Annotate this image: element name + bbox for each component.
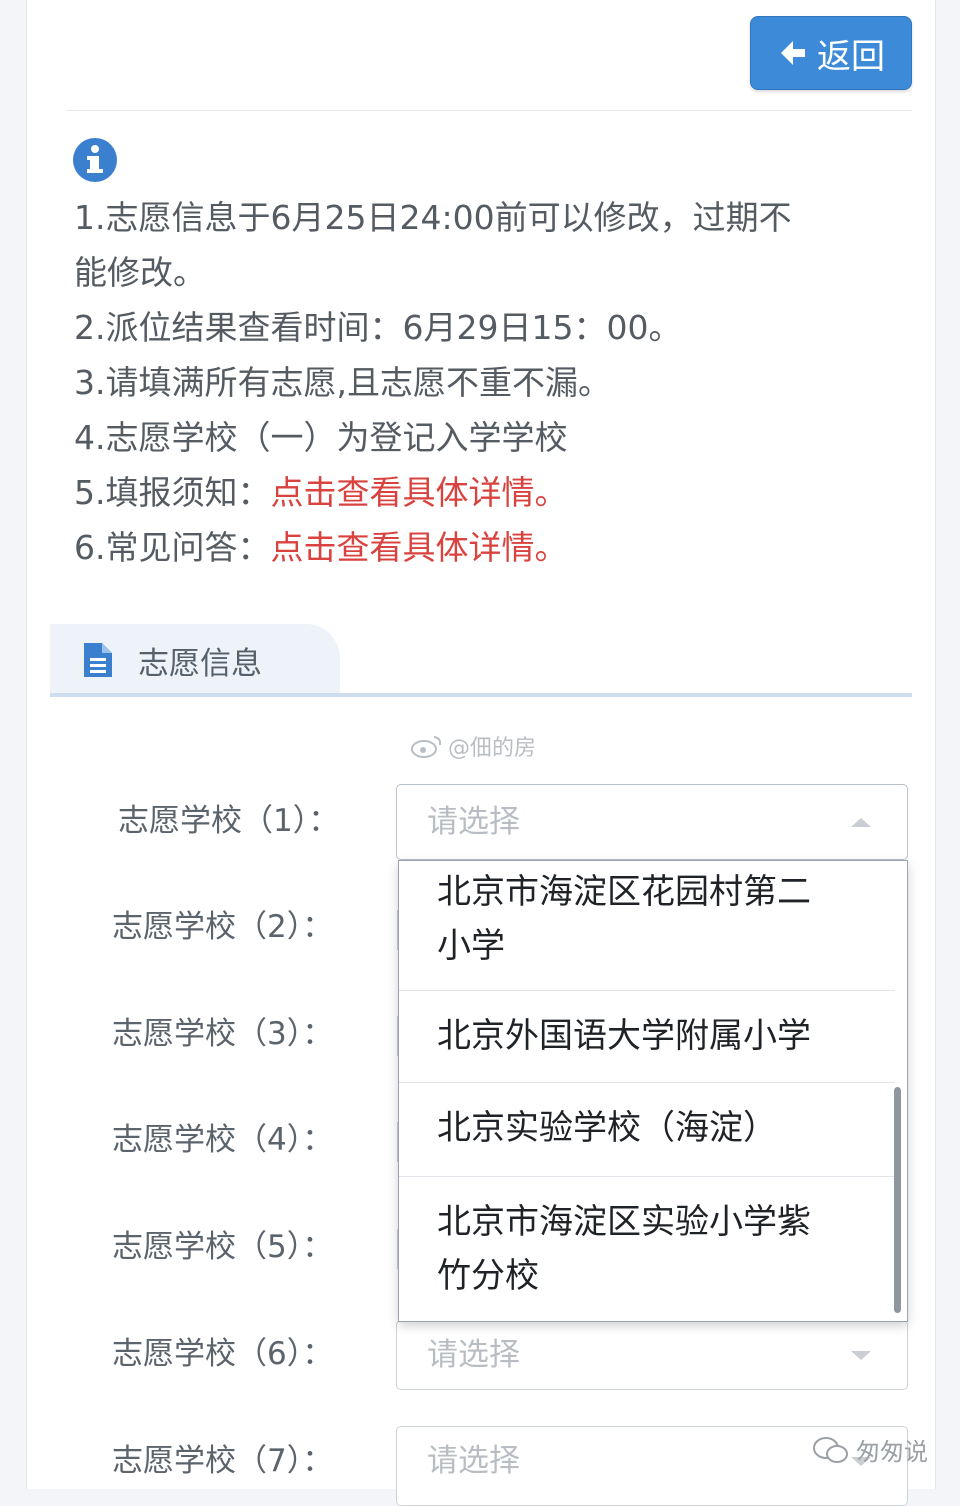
section-title: 志愿信息	[138, 645, 262, 682]
info-icon	[73, 138, 117, 182]
option-text-line: 北京实验学校（海淀）	[437, 1108, 777, 1148]
school-choice-6-label: 志愿学校（6）：	[112, 1336, 334, 1372]
notice-line-2: 2.派位结果查看时间：6月29日15：00。	[74, 308, 682, 347]
notice-line-5-label: 5.填报须知：	[74, 473, 271, 512]
chevron-up-icon	[851, 818, 871, 827]
school-choice-4-label: 志愿学校（4）：	[112, 1122, 334, 1158]
watermark-text: @佃的房	[448, 736, 537, 761]
faq-link[interactable]: 点击查看具体详情。	[271, 528, 568, 567]
notice-line-5: 5.填报须知：点击查看具体详情。	[74, 465, 874, 520]
section-tab-volunteer-info: 志愿信息	[50, 624, 340, 696]
school-choice-2-label: 志愿学校（2）：	[112, 909, 334, 945]
divider	[66, 110, 912, 111]
school-choice-1-label: 志愿学校（1）：	[118, 803, 340, 839]
option-text-line: 北京市海淀区实验小学紫	[437, 1202, 811, 1242]
back-button[interactable]: 返回	[750, 16, 912, 90]
watermark: @佃的房	[410, 730, 536, 762]
school-choice-1-select[interactable]: 请选择	[396, 784, 908, 860]
notice-line-1b: 能修改。	[74, 253, 206, 292]
chevron-down-icon	[851, 1351, 871, 1360]
notice-line-1: 1.志愿信息于6月25日24:00前可以修改，过期不	[74, 198, 792, 237]
notice-line-3: 3.请填满所有志愿,且志愿不重不漏。	[74, 363, 611, 402]
document-icon	[84, 643, 112, 677]
school-choice-6-placeholder: 请选择	[427, 1337, 520, 1373]
wechat-icon	[813, 1436, 848, 1463]
option-text-line: 小学	[437, 926, 505, 966]
dropdown-option[interactable]: 北京实验学校（海淀）	[399, 1083, 895, 1177]
filling-guide-link[interactable]: 点击查看具体详情。	[271, 473, 568, 512]
dropdown-option[interactable]: 北京市海淀区花园村第二 小学	[399, 863, 895, 991]
section-underline	[50, 693, 912, 697]
school-choice-7-placeholder: 请选择	[427, 1443, 520, 1479]
dropdown-option[interactable]: 北京市海淀区实验小学紫 竹分校	[399, 1177, 895, 1321]
school-dropdown-list[interactable]: 北京市海淀区花园村第二 小学 北京外国语大学附属小学 北京实验学校（海淀） 北京…	[398, 860, 908, 1322]
arrow-left-icon	[781, 41, 805, 65]
school-choice-7-label: 志愿学校（7）：	[112, 1443, 334, 1479]
school-choice-5-label: 志愿学校（5）：	[112, 1229, 334, 1265]
option-text-line: 北京市海淀区花园村第二	[437, 872, 811, 912]
dropdown-scrollbar[interactable]	[894, 1087, 901, 1313]
notice-line-6-label: 6.常见问答：	[74, 528, 271, 567]
dropdown-option[interactable]: 北京外国语大学附属小学	[399, 991, 895, 1083]
weibo-icon	[411, 736, 442, 758]
bottom-logo-text: 匆匆说	[856, 1438, 928, 1466]
school-choice-6-select[interactable]: 请选择	[396, 1320, 908, 1390]
back-button-label: 返回	[817, 36, 885, 77]
option-text-line: 北京外国语大学附属小学	[437, 1016, 811, 1056]
notice-line-6: 6.常见问答：点击查看具体详情。	[74, 520, 874, 575]
notice-text: 1.志愿信息于6月25日24:00前可以修改，过期不 能修改。 2.派位结果查看…	[74, 190, 874, 575]
notice-line-4: 4.志愿学校（一）为登记入学学校	[74, 418, 568, 457]
bottom-logo: 匆匆说	[812, 1432, 928, 1467]
school-choice-3-label: 志愿学校（3）：	[112, 1016, 334, 1052]
school-choice-1-placeholder: 请选择	[427, 804, 520, 840]
option-text-line: 竹分校	[437, 1256, 539, 1296]
